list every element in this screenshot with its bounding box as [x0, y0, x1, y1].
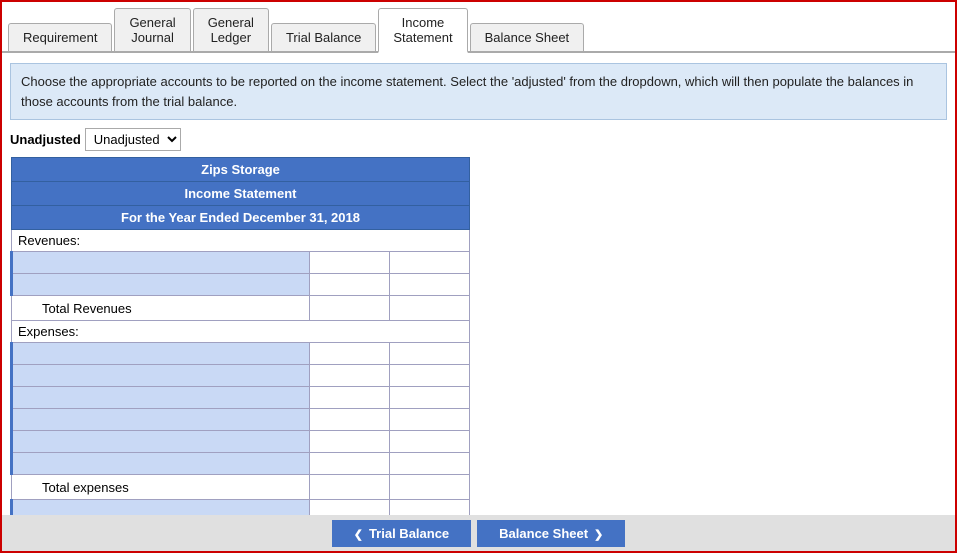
total-expenses-label: Total expenses [12, 475, 310, 500]
expense-value-input-5a[interactable] [310, 431, 389, 452]
total-expenses-row: Total expenses [12, 475, 470, 500]
expense-name-input-4[interactable] [13, 409, 309, 430]
expense-name-cell-5[interactable] [12, 431, 310, 453]
revenue-value-input-1a[interactable] [310, 252, 389, 273]
expense-row-4 [12, 409, 470, 431]
expense-row-6 [12, 453, 470, 475]
adjustment-dropdown[interactable]: Unadjusted Adjusted [85, 128, 181, 151]
expense-name-input-6[interactable] [13, 453, 309, 474]
revenue-value-cell-1b[interactable] [390, 252, 470, 274]
total-revenues-value-1[interactable] [310, 296, 390, 321]
expense-name-cell-3[interactable] [12, 387, 310, 409]
expense-name-input-3[interactable] [13, 387, 309, 408]
expense-name-cell-1[interactable] [12, 343, 310, 365]
company-name: Zips Storage [12, 158, 470, 182]
revenue-value-input-2b[interactable] [390, 274, 469, 295]
expense-value-cell-3b[interactable] [390, 387, 470, 409]
period-header-row: For the Year Ended December 31, 2018 [12, 206, 470, 230]
tab-general-journal[interactable]: GeneralJournal [114, 8, 190, 51]
expense-name-cell-4[interactable] [12, 409, 310, 431]
statement-title: Income Statement [12, 182, 470, 206]
total-revenues-input-1[interactable] [316, 299, 383, 317]
expense-name-input-1[interactable] [13, 343, 309, 364]
chevron-right-icon [594, 526, 603, 541]
expense-value-input-1b[interactable] [390, 343, 469, 364]
total-expenses-value-1[interactable] [310, 475, 390, 500]
expense-value-input-3a[interactable] [310, 387, 389, 408]
expense-value-cell-6b[interactable] [390, 453, 470, 475]
revenue-row-1 [12, 252, 470, 274]
expense-value-input-1a[interactable] [310, 343, 389, 364]
revenue-value-cell-2a[interactable] [310, 274, 390, 296]
revenue-name-cell-1[interactable] [12, 252, 310, 274]
chevron-left-icon [354, 526, 363, 541]
next-button[interactable]: Balance Sheet [477, 520, 625, 547]
total-revenues-value-2[interactable] [390, 296, 470, 321]
revenue-value-input-2a[interactable] [310, 274, 389, 295]
revenues-section-label-row: Revenues: [12, 230, 470, 252]
statement-period: For the Year Ended December 31, 2018 [12, 206, 470, 230]
expenses-label: Expenses: [12, 321, 470, 343]
title-header-row: Income Statement [12, 182, 470, 206]
expense-value-cell-5a[interactable] [310, 431, 390, 453]
expense-value-cell-2b[interactable] [390, 365, 470, 387]
expenses-section-label-row: Expenses: [12, 321, 470, 343]
expense-name-input-5[interactable] [13, 431, 309, 452]
dropdown-label: Unadjusted [10, 132, 81, 147]
expense-value-input-2a[interactable] [310, 365, 389, 386]
expense-value-cell-3a[interactable] [310, 387, 390, 409]
expense-value-cell-1a[interactable] [310, 343, 390, 365]
expense-row-2 [12, 365, 470, 387]
revenue-value-input-1b[interactable] [390, 252, 469, 273]
tab-trial-balance[interactable]: Trial Balance [271, 23, 376, 51]
bottom-navigation: Trial Balance Balance Sheet [2, 515, 955, 551]
expense-value-input-6a[interactable] [310, 453, 389, 474]
expense-row-5 [12, 431, 470, 453]
expense-value-input-6b[interactable] [390, 453, 469, 474]
total-revenues-label: Total Revenues [12, 296, 310, 321]
tab-income-statement[interactable]: IncomeStatement [378, 8, 467, 53]
tab-requirement[interactable]: Requirement [8, 23, 112, 51]
total-expenses-value-2[interactable] [390, 475, 470, 500]
revenue-value-cell-1a[interactable] [310, 252, 390, 274]
income-statement-table-container: Zips Storage Income Statement For the Ye… [10, 157, 470, 522]
tab-balance-sheet[interactable]: Balance Sheet [470, 23, 585, 51]
revenue-value-cell-2b[interactable] [390, 274, 470, 296]
expense-value-input-4a[interactable] [310, 409, 389, 430]
total-expenses-input-2[interactable] [396, 478, 463, 496]
expense-value-cell-5b[interactable] [390, 431, 470, 453]
expense-name-cell-6[interactable] [12, 453, 310, 475]
revenue-name-input-1[interactable] [13, 252, 309, 273]
expense-value-cell-2a[interactable] [310, 365, 390, 387]
expense-value-input-3b[interactable] [390, 387, 469, 408]
expense-value-cell-4b[interactable] [390, 409, 470, 431]
expense-value-cell-6a[interactable] [310, 453, 390, 475]
total-expenses-input-1[interactable] [316, 478, 383, 496]
revenue-name-cell-2[interactable] [12, 274, 310, 296]
dropdown-row: Unadjusted Unadjusted Adjusted [10, 128, 947, 151]
revenue-row-2 [12, 274, 470, 296]
expense-row-1 [12, 343, 470, 365]
expense-value-input-4b[interactable] [390, 409, 469, 430]
expense-value-input-2b[interactable] [390, 365, 469, 386]
total-revenues-row: Total Revenues [12, 296, 470, 321]
prev-button-label: Trial Balance [369, 526, 449, 541]
expense-value-cell-1b[interactable] [390, 343, 470, 365]
next-button-label: Balance Sheet [499, 526, 588, 541]
total-revenues-input-2[interactable] [396, 299, 463, 317]
tabs-bar: Requirement GeneralJournal GeneralLedger… [2, 2, 955, 53]
expense-row-3 [12, 387, 470, 409]
expense-value-input-5b[interactable] [390, 431, 469, 452]
tab-general-ledger[interactable]: GeneralLedger [193, 8, 269, 51]
instruction-text: Choose the appropriate accounts to be re… [21, 74, 913, 109]
revenue-name-input-2[interactable] [13, 274, 309, 295]
expense-name-cell-2[interactable] [12, 365, 310, 387]
revenues-label: Revenues: [12, 230, 470, 252]
instruction-box: Choose the appropriate accounts to be re… [10, 63, 947, 120]
company-header-row: Zips Storage [12, 158, 470, 182]
prev-button[interactable]: Trial Balance [332, 520, 471, 547]
expense-value-cell-4a[interactable] [310, 409, 390, 431]
income-statement-table: Zips Storage Income Statement For the Ye… [10, 157, 470, 522]
expense-name-input-2[interactable] [13, 365, 309, 386]
